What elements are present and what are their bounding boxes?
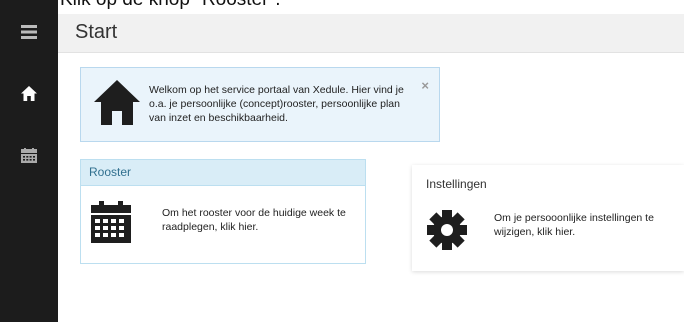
sidebar xyxy=(0,0,58,322)
page-header: Start xyxy=(58,14,684,53)
instellingen-card[interactable]: Instellingen Om je persooonlijke instell… xyxy=(412,165,684,271)
calendar-icon xyxy=(91,201,131,248)
instellingen-card-title: Instellingen xyxy=(426,177,487,191)
gear-icon xyxy=(426,209,468,256)
welcome-message: Welkom op het service portaal van Xedule… xyxy=(149,84,404,124)
instellingen-card-text: Om je persooonlijke instellingen te wijz… xyxy=(494,212,654,238)
home-icon xyxy=(93,78,141,131)
sidebar-item-home[interactable] xyxy=(0,79,58,113)
rooster-card-text: Om het rooster voor de huidige week te r… xyxy=(162,207,346,233)
rooster-card[interactable]: Rooster Om het rooster voor de huidige w… xyxy=(80,159,366,264)
home-icon xyxy=(21,86,37,106)
welcome-alert: Welkom op het service portaal van Xedule… xyxy=(80,67,440,142)
instruction-caption: Klik op de knop "Rooster". xyxy=(60,0,281,11)
menu-icon xyxy=(21,24,37,44)
calendar-icon xyxy=(21,148,37,168)
rooster-card-title: Rooster xyxy=(81,160,365,186)
page-title: Start xyxy=(75,21,118,43)
sidebar-item-rooster[interactable] xyxy=(0,141,58,175)
close-icon[interactable]: × xyxy=(421,78,429,93)
menu-toggle-button[interactable] xyxy=(0,17,58,51)
